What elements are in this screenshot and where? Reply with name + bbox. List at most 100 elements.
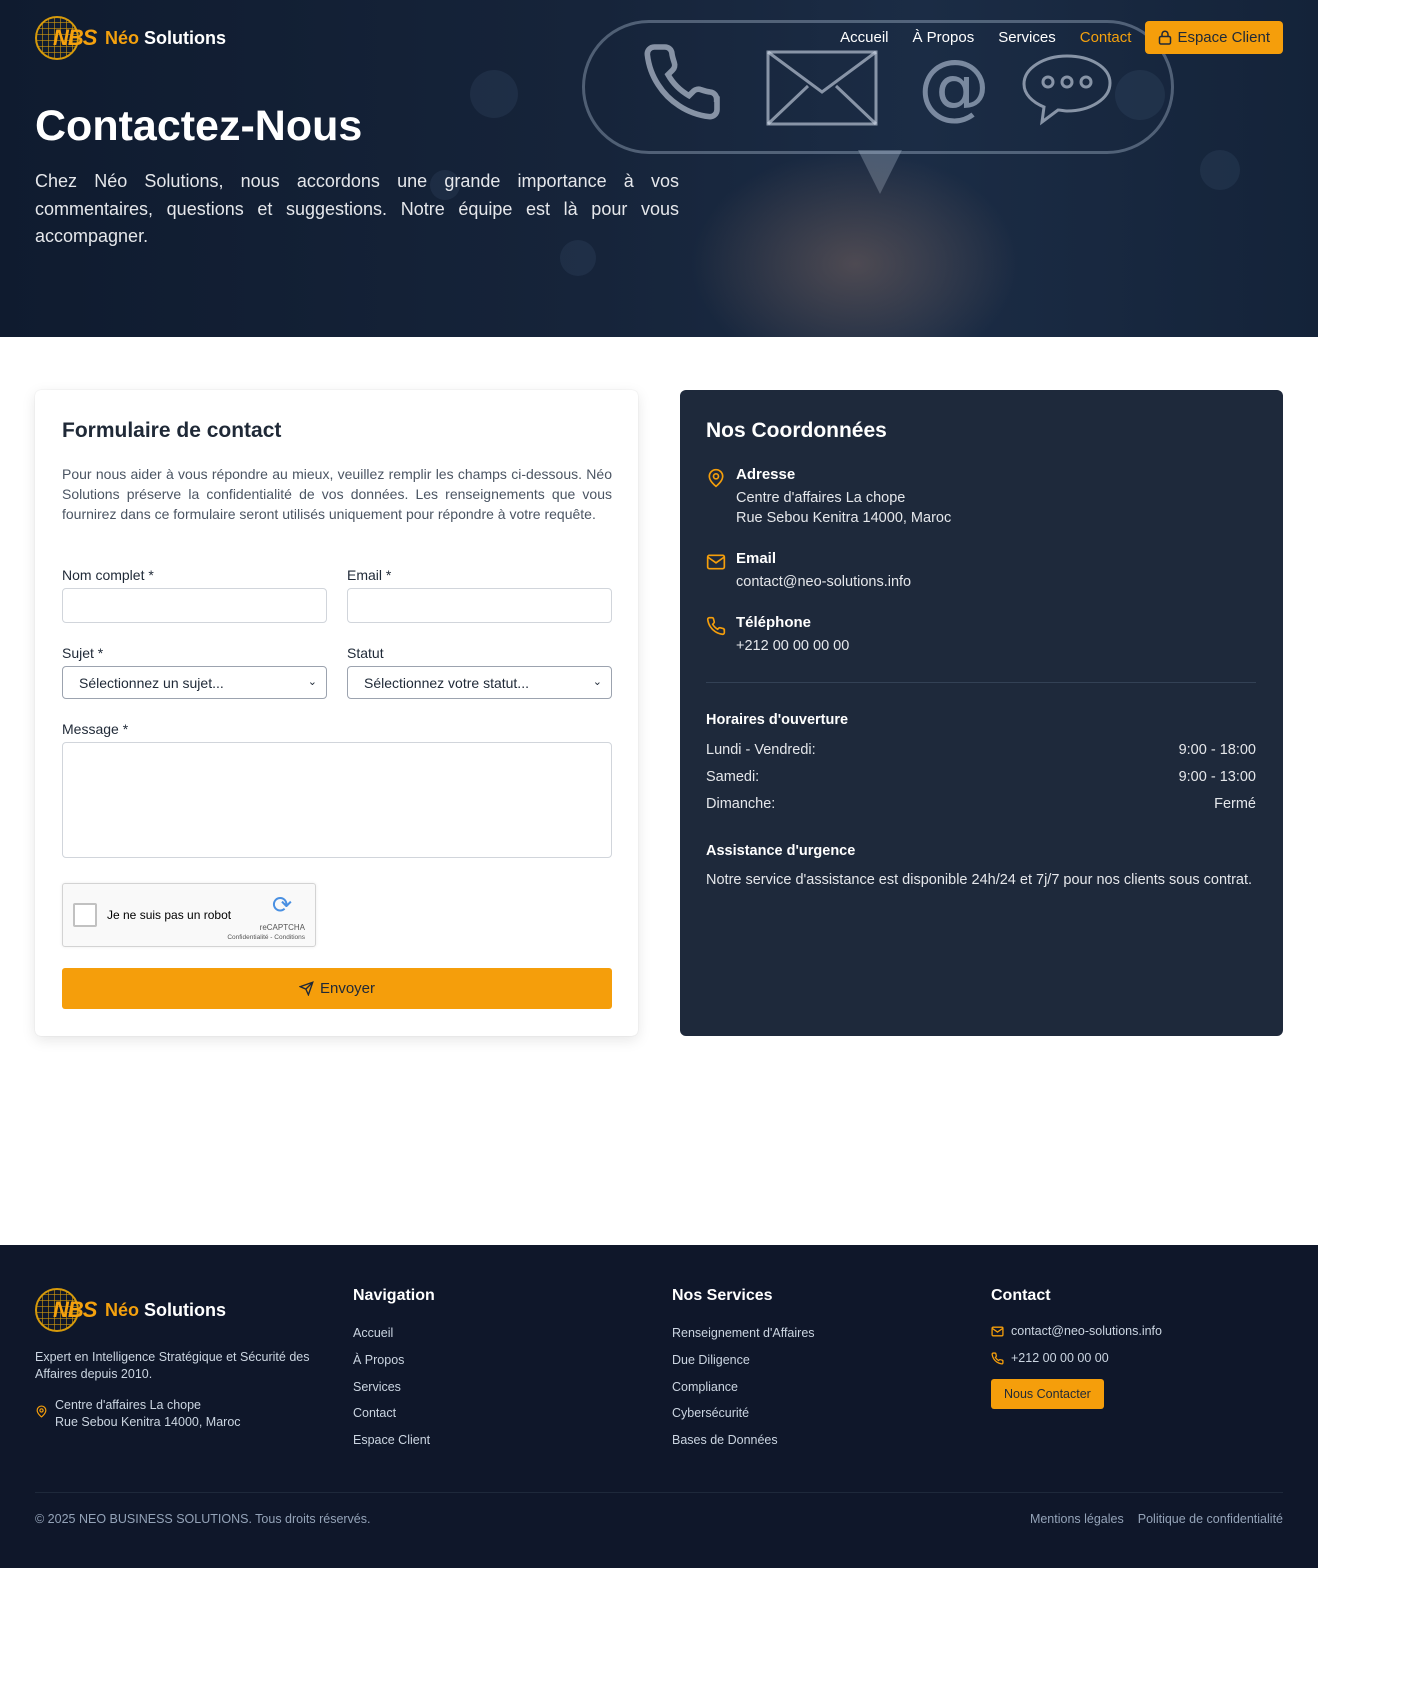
contact-form-card: Formulaire de contact Pour nous aider à … (35, 390, 638, 1036)
address-label: Adresse (736, 466, 796, 483)
address-line-1: Centre d'affaires La chope (736, 490, 906, 506)
brand-logo[interactable]: NBS Néo Solutions (35, 14, 226, 62)
nav-link-accueil[interactable]: Accueil (840, 29, 888, 46)
name-label: Nom complet * (62, 567, 154, 583)
bokeh-dot (1200, 150, 1240, 190)
footer-link-a-propos[interactable]: À Propos (353, 1353, 404, 1367)
email-value[interactable]: contact@neo-solutions.info (736, 572, 911, 592)
map-pin-icon (708, 468, 724, 488)
espace-client-label: Espace Client (1177, 29, 1270, 46)
privacy-policy-link[interactable]: Politique de confidentialité (1138, 1512, 1283, 1526)
footer-service-link[interactable]: Renseignement d'Affaires (672, 1326, 815, 1340)
hours-day: Samedi: (706, 769, 760, 785)
nous-contacter-button[interactable]: Nous Contacter (991, 1379, 1104, 1409)
recaptcha-label: Je ne suis pas un robot (107, 908, 232, 922)
nav-links: Accueil À Propos Services Contact Espace… (816, 21, 1283, 54)
recaptcha-links[interactable]: Confidentialité - Conditions (227, 934, 305, 941)
form-intro: Pour nous aider à vous répondre au mieux… (62, 466, 612, 522)
address-line-2: Rue Sebou Kenitra 14000, Maroc (736, 510, 952, 526)
espace-client-button[interactable]: Espace Client (1145, 21, 1283, 54)
footer-address-line-1: Centre d'affaires La chope (55, 1398, 202, 1412)
footer-link-contact[interactable]: Contact (353, 1406, 396, 1420)
send-button-label: Envoyer (319, 980, 376, 997)
site-footer: NBS Néo Solutions Expert en Intelligence… (0, 1245, 1318, 1568)
subject-select[interactable]: Sélectionnez un sujet... ⌄ (62, 666, 327, 699)
hours-day: Dimanche: (706, 796, 776, 812)
logo-solutions-text: Solutions (144, 27, 227, 48)
footer-address-line-2: Rue Sebou Kenitra 14000, Maroc (55, 1415, 241, 1429)
divider (706, 682, 1256, 683)
page-title: Contactez-Nous (35, 102, 363, 150)
hours-row: Lundi - Vendredi: 9:00 - 18:00 (706, 742, 1256, 758)
footer-logo[interactable]: NBS Néo Solutions (35, 1286, 226, 1334)
email-label: Email * (347, 567, 392, 583)
hours-day: Lundi - Vendredi: (706, 742, 816, 758)
phone-icon (991, 1352, 1004, 1365)
status-select-value: Sélectionnez votre statut... (364, 675, 529, 691)
assist-title: Assistance d'urgence (706, 843, 856, 859)
legal-links: Mentions légales Politique de confidenti… (1030, 1512, 1283, 1526)
lock-icon (1159, 30, 1172, 45)
logo-solutions-text: Solutions (144, 1299, 227, 1320)
email-field[interactable] (347, 588, 612, 623)
phone-icon (706, 616, 726, 636)
logo-neo-text: Néo (105, 1299, 140, 1320)
top-navigation: NBS Néo Solutions Accueil À Propos Servi… (35, 14, 1283, 62)
recaptcha-logo-icon: ⟳ (271, 891, 293, 919)
mail-icon (991, 1326, 1004, 1337)
status-label: Statut (347, 645, 384, 661)
footer-service-link[interactable]: Cybersécurité (672, 1406, 749, 1420)
nav-link-services[interactable]: Services (998, 29, 1056, 46)
footer-service-link[interactable]: Compliance (672, 1380, 738, 1394)
hours-time: Fermé (1214, 796, 1256, 812)
recaptcha-checkbox[interactable] (73, 903, 97, 927)
subject-label: Sujet * (62, 645, 104, 661)
nav-link-contact[interactable]: Contact (1080, 29, 1132, 46)
hours-row: Samedi: 9:00 - 13:00 (706, 769, 1256, 785)
subject-select-value: Sélectionnez un sujet... (79, 675, 224, 691)
assist-text: Notre service d'assistance est disponibl… (706, 872, 1253, 888)
phone-value[interactable]: +212 00 00 00 00 (736, 636, 849, 656)
footer-email-text: contact@neo-solutions.info (1011, 1324, 1162, 1338)
chat-bubble-icon (1020, 52, 1114, 132)
mail-icon (706, 554, 726, 570)
logo-neo-text: Néo (105, 27, 140, 48)
footer-nav-title: Navigation (353, 1287, 435, 1304)
footer-contact-title: Contact (991, 1287, 1051, 1304)
hours-time: 9:00 - 13:00 (1178, 769, 1256, 785)
mentions-legales-link[interactable]: Mentions légales (1030, 1512, 1124, 1526)
footer-service-link[interactable]: Bases de Données (672, 1433, 778, 1447)
recaptcha-widget: Je ne suis pas un robot ⟳ reCAPTCHA Conf… (62, 883, 316, 947)
phone-label: Téléphone (736, 614, 812, 631)
envelope-icon (766, 50, 878, 130)
map-pin-icon (36, 1405, 47, 1418)
footer-link-accueil[interactable]: Accueil (353, 1326, 393, 1340)
email-label: Email (736, 550, 777, 567)
footer-phone-text: +212 00 00 00 00 (1011, 1351, 1109, 1365)
send-button[interactable]: Envoyer (62, 968, 612, 1009)
contact-info-card: Nos Coordonnées Adresse Centre d'affaire… (680, 390, 1283, 1036)
info-title: Nos Coordonnées (706, 419, 887, 442)
hero-description: Chez Néo Solutions, nous accordons une g… (35, 171, 679, 246)
copyright: © 2025 NEO BUSINESS SOLUTIONS. Tous droi… (35, 1512, 371, 1526)
status-select[interactable]: Sélectionnez votre statut... ⌄ (347, 666, 612, 699)
name-field[interactable] (62, 588, 327, 623)
footer-service-link[interactable]: Due Diligence (672, 1353, 750, 1367)
send-icon (298, 981, 314, 996)
hand-graphic (690, 150, 1020, 337)
message-textarea[interactable] (62, 742, 612, 858)
chevron-down-icon: ⌄ (592, 676, 602, 688)
footer-divider (35, 1492, 1283, 1493)
hero-banner: @ NBS Néo Solutions Accueil À Propos Ser… (0, 0, 1318, 337)
bokeh-dot (470, 70, 518, 118)
recaptcha-brand: reCAPTCHA (259, 923, 305, 932)
footer-link-espace-client[interactable]: Espace Client (353, 1433, 430, 1447)
hours-title: Horaires d'ouverture (706, 712, 849, 728)
nav-link-a-propos[interactable]: À Propos (913, 29, 975, 46)
message-label: Message * (62, 721, 129, 737)
hours-row: Dimanche: Fermé (706, 796, 1256, 812)
footer-link-services[interactable]: Services (353, 1380, 401, 1394)
footer-services-title: Nos Services (672, 1287, 773, 1304)
footer-description: Expert en Intelligence Stratégique et Sé… (35, 1350, 310, 1381)
form-title: Formulaire de contact (62, 419, 282, 442)
